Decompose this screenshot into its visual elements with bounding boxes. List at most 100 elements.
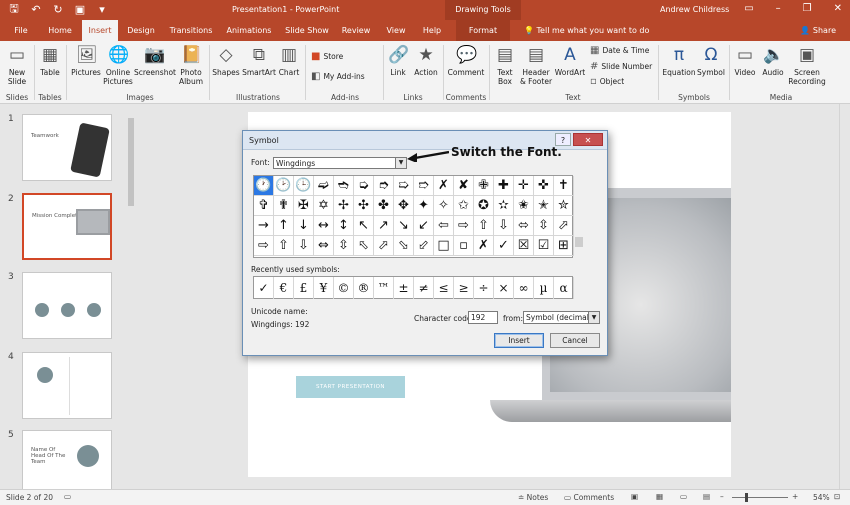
thumbnails-scrollbar[interactable]	[127, 106, 135, 486]
minimize-icon[interactable]: –	[776, 3, 781, 14]
ribbon-display-icon[interactable]: ▭	[744, 3, 753, 14]
symbol-cell[interactable]: ✗	[434, 176, 454, 196]
symbol-cell[interactable]: ✝	[554, 176, 574, 196]
symbol-cell[interactable]: ✓	[494, 236, 514, 256]
symbol-cell[interactable]: ✪	[474, 196, 494, 216]
symbol-cell[interactable]: ⇩	[294, 236, 314, 256]
tab-design[interactable]: Design	[125, 20, 157, 41]
symbol-cell[interactable]: ↗	[374, 216, 394, 236]
symbol-cell[interactable]: ✗	[474, 236, 494, 256]
symbol-cell[interactable]: ⇔	[314, 236, 334, 256]
symbol-cell[interactable]: ➯	[394, 176, 414, 196]
link-button[interactable]: 🔗 Link	[387, 45, 409, 77]
recent-symbol-cell[interactable]: µ	[534, 277, 554, 299]
dialog-close-button[interactable]: ✕	[573, 133, 603, 146]
recent-symbol-cell[interactable]: ∞	[514, 277, 534, 299]
symbol-cell[interactable]: ↖	[354, 216, 374, 236]
chevron-down-icon[interactable]: ▼	[588, 312, 599, 323]
tab-animations[interactable]: Animations	[225, 20, 273, 41]
fit-slide-icon[interactable]: ⊡	[834, 492, 840, 501]
spellcheck-icon[interactable]: ▭	[64, 492, 71, 501]
symbol-cell[interactable]: ✤	[374, 196, 394, 216]
reading-view-icon[interactable]: ▭	[680, 492, 687, 501]
slide-number-button[interactable]: # Slide Number	[590, 61, 652, 72]
scroll-thumb[interactable]	[128, 118, 134, 206]
comments-button[interactable]: ▭ Comments	[564, 493, 614, 502]
tell-me-search[interactable]: 💡 Tell me what you want to do	[524, 26, 649, 35]
tab-view[interactable]: View	[383, 20, 409, 41]
date-time-button[interactable]: ▦ Date & Time	[590, 45, 649, 56]
symbol-cell[interactable]: ⬄	[514, 216, 534, 236]
recent-symbol-cell[interactable]: ≤	[434, 277, 454, 299]
symbol-cell[interactable]: ⬃	[414, 236, 434, 256]
tab-slide-show[interactable]: Slide Show	[284, 20, 330, 41]
equation-button[interactable]: π Equation	[661, 45, 697, 77]
symbol-cell[interactable]: ✞	[254, 196, 274, 216]
symbol-cell[interactable]: ⇦	[434, 216, 454, 236]
start-presentation-button[interactable]: START PRESENTATION	[296, 376, 405, 398]
recent-symbol-cell[interactable]: ≠	[414, 277, 434, 299]
text-box-button[interactable]: ▤ Text Box	[493, 45, 517, 86]
symbol-cell[interactable]: ➮	[374, 176, 394, 196]
symbol-cell[interactable]: ✚	[494, 176, 514, 196]
slide-thumbnail-2[interactable]: Mission Complete	[22, 193, 112, 260]
recent-symbol-cell[interactable]: ÷	[474, 277, 494, 299]
symbol-cell[interactable]: ✟	[274, 196, 294, 216]
symbol-cell[interactable]: ✧	[434, 196, 454, 216]
comment-button[interactable]: 💬 Comment	[447, 45, 485, 77]
zoom-slider-thumb[interactable]	[744, 493, 748, 502]
notes-button[interactable]: ≐ Notes	[518, 493, 548, 502]
table-button[interactable]: ▦ Table	[38, 45, 62, 77]
symbol-cell[interactable]: ✦	[414, 196, 434, 216]
symbol-cell[interactable]: ✣	[354, 196, 374, 216]
zoom-level[interactable]: 54%	[813, 493, 830, 502]
share-button[interactable]: 👤 Share	[800, 26, 836, 35]
tab-format[interactable]: Format	[456, 20, 510, 41]
photo-album-button[interactable]: 📔 Photo Album	[176, 45, 206, 86]
zoom-out-icon[interactable]: –	[720, 492, 724, 501]
recent-symbol-cell[interactable]: ¥	[314, 277, 334, 299]
symbol-cell[interactable]: ✡	[314, 196, 334, 216]
wordart-button[interactable]: A WordArt	[553, 45, 587, 77]
tab-review[interactable]: Review	[340, 20, 372, 41]
zoom-slider[interactable]	[732, 497, 788, 498]
screenshot-button[interactable]: 📷 Screenshot	[134, 45, 176, 77]
symbol-cell[interactable]: ⇧	[474, 216, 494, 236]
smartart-button[interactable]: ⧉ SmartArt	[242, 45, 276, 77]
scroll-thumb[interactable]	[575, 237, 583, 247]
slide-thumbnail-4[interactable]	[22, 352, 112, 419]
symbol-cell[interactable]: 🕒	[294, 176, 314, 196]
user-name[interactable]: Andrew Childress	[660, 5, 729, 14]
symbol-cell[interactable]: ➬	[334, 176, 354, 196]
symbol-cell[interactable]: ☒	[514, 236, 534, 256]
store-button[interactable]: ■ Store	[311, 51, 343, 62]
symbol-cell[interactable]: ▫	[454, 236, 474, 256]
symbol-cell[interactable]: ⬀	[554, 216, 574, 236]
customize-qat-icon[interactable]: ▾	[96, 3, 108, 16]
symbol-cell[interactable]: ➱	[414, 176, 434, 196]
tab-help[interactable]: Help	[420, 20, 444, 41]
symbol-cell[interactable]: ⇨	[254, 236, 274, 256]
header-footer-button[interactable]: ▤ Header & Footer	[519, 45, 553, 86]
online-pictures-button[interactable]: 🌐 Online Pictures	[103, 45, 133, 86]
slide-sorter-icon[interactable]: ▦	[656, 492, 663, 501]
symbol-cell[interactable]: ✙	[474, 176, 494, 196]
symbol-cell[interactable]: ⬁	[354, 236, 374, 256]
symbol-cell[interactable]: 🕑	[274, 176, 294, 196]
tab-home[interactable]: Home	[45, 20, 75, 41]
symbol-cell[interactable]: ⬀	[374, 236, 394, 256]
symbol-cell[interactable]: ⇳	[334, 236, 354, 256]
symbol-cell[interactable]: 🕐	[254, 176, 274, 196]
symbol-cell[interactable]: ✘	[454, 176, 474, 196]
symbol-cell[interactable]: ↙	[414, 216, 434, 236]
recent-symbol-cell[interactable]: ®	[354, 277, 374, 299]
object-button[interactable]: ▫ Object	[590, 76, 624, 87]
symbol-button[interactable]: Ω Symbol	[697, 45, 725, 77]
recent-symbol-cell[interactable]: ™	[374, 277, 394, 299]
new-slide-button[interactable]: ▭ New Slide	[4, 45, 30, 86]
tab-insert[interactable]: Insert	[82, 20, 118, 41]
chart-button[interactable]: ▥ Chart	[278, 45, 300, 77]
symbol-cell[interactable]: ⇨	[454, 216, 474, 236]
symbol-cell[interactable]: →	[254, 216, 274, 236]
symbol-cell[interactable]: ✛	[514, 176, 534, 196]
